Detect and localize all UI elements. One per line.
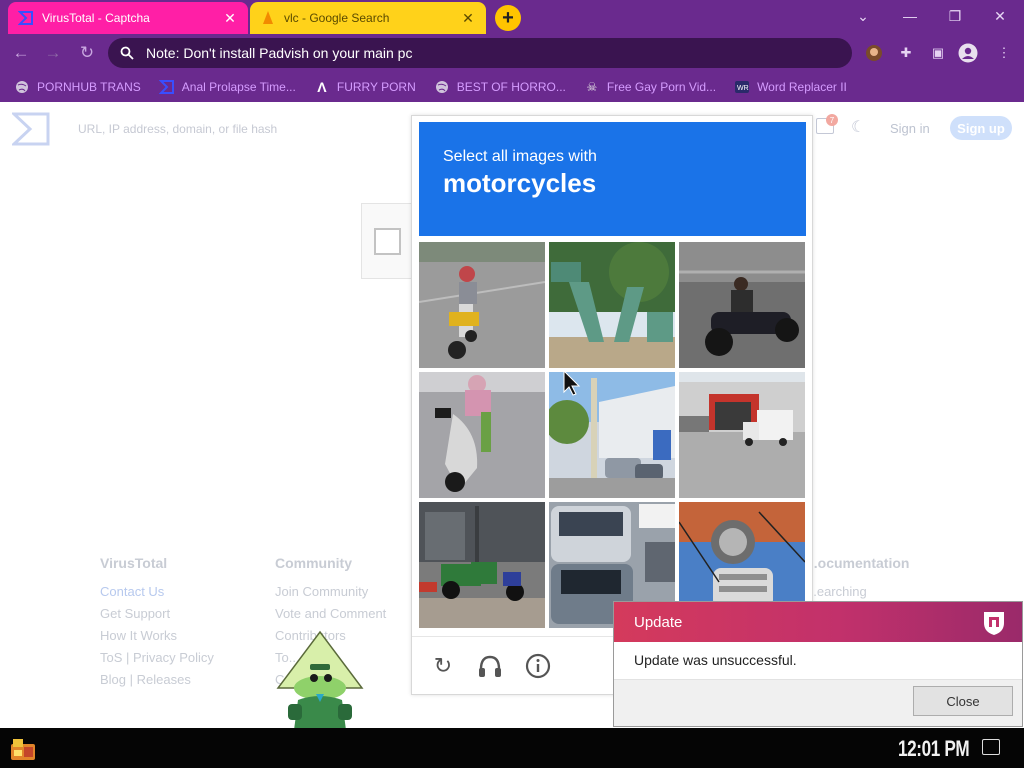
notification-badge: 7 xyxy=(826,114,838,126)
close-button[interactable]: Close xyxy=(913,686,1013,716)
tab-title: VirusTotal - Captcha xyxy=(42,11,150,25)
sign-up-button[interactable]: Sign up xyxy=(950,116,1012,140)
bookmark-item[interactable]: Anal Prolapse Time... xyxy=(158,79,296,95)
restore-icon[interactable]: ❐ xyxy=(940,4,970,28)
address-bar[interactable]: Note: Don't install Padvish on your main… xyxy=(108,38,852,68)
captcha-tile-scooter-sidewalk[interactable] xyxy=(419,502,545,628)
bookmark-item[interactable]: ☠ Free Gay Porn Vid... xyxy=(584,79,717,95)
vlc-icon xyxy=(260,10,276,26)
forward-arrow-icon[interactable]: → xyxy=(40,41,66,65)
footer-link[interactable]: Contact Us xyxy=(100,581,214,603)
captcha-tile-truck-warehouse[interactable] xyxy=(679,372,805,498)
footer-link[interactable]: Join Community xyxy=(275,581,386,603)
browser-toolbar: ← → ↻ Note: Don't install Padvish on you… xyxy=(0,34,1024,72)
tab-title: vlc - Google Search xyxy=(284,11,390,25)
captcha-image-grid xyxy=(419,242,807,630)
dark-mode-moon-icon[interactable]: ☾ xyxy=(851,117,865,137)
captcha-checkbox[interactable] xyxy=(374,228,401,255)
globe-icon xyxy=(434,79,450,95)
virustotal-icon xyxy=(158,79,175,95)
dialog-title: Update xyxy=(634,613,683,631)
back-arrow-icon[interactable]: ← xyxy=(8,41,34,65)
window-close-icon[interactable]: ✕ xyxy=(985,4,1015,28)
extensions-puzzle-icon[interactable]: ✚ xyxy=(896,43,916,63)
captcha-prompt: Select all images with motorcycles xyxy=(419,122,806,236)
virustotal-logo-icon[interactable] xyxy=(12,112,50,146)
svg-text:WR: WR xyxy=(737,85,749,92)
footer-link[interactable]: How It Works xyxy=(100,625,214,647)
dialog-title-bar: Update xyxy=(614,602,1022,642)
reload-icon[interactable]: ↻ xyxy=(74,41,100,65)
captcha-tile-motorcycle-rider-street[interactable] xyxy=(679,242,805,368)
action-center-icon[interactable] xyxy=(982,739,1000,755)
footer-link[interactable]: ToS | Privacy Policy xyxy=(100,647,214,669)
avatar-extension-icon[interactable] xyxy=(864,43,884,63)
new-tab-button[interactable]: + xyxy=(495,5,521,31)
bookmark-item[interactable]: PORNHUB TRANS xyxy=(14,79,141,95)
kebab-menu-icon[interactable]: ⋮ xyxy=(994,43,1014,63)
globe-icon xyxy=(14,79,30,95)
update-dialog: Update Update was unsuccessful. Close xyxy=(613,601,1023,727)
captcha-checkbox-container xyxy=(361,203,413,279)
taskbar-clock[interactable]: 12:01 PM xyxy=(898,736,970,762)
close-icon[interactable]: ✕ xyxy=(222,10,238,26)
footer-link[interactable]: Blog | Releases xyxy=(100,669,214,691)
bookmark-item[interactable]: BEST OF HORRO... xyxy=(434,79,566,95)
footer-column-virustotal: VirusTotal Contact Us Get Support How It… xyxy=(100,555,214,691)
tab-virustotal-captcha[interactable]: VirusTotal - Captcha ✕ xyxy=(8,2,248,34)
tab-vlc-google-search[interactable]: vlc - Google Search ✕ xyxy=(250,2,486,34)
mouse-cursor-icon xyxy=(563,370,581,396)
search-input[interactable]: URL, IP address, domain, or file hash xyxy=(78,122,277,136)
bookmarks-bar: PORNHUB TRANS Anal Prolapse Time... Λ FU… xyxy=(0,72,1024,102)
bookmark-item[interactable]: Λ FURRY PORN xyxy=(314,79,416,95)
antivirus-shield-icon xyxy=(984,612,1004,635)
bookmark-item[interactable]: WR Word Replacer II xyxy=(734,79,847,95)
wr-icon: WR xyxy=(734,79,750,95)
captcha-instruction: Select all images with xyxy=(443,148,597,165)
side-panel-icon[interactable]: ▣ xyxy=(928,43,948,63)
info-icon[interactable] xyxy=(523,651,553,681)
sign-in-link[interactable]: Sign in xyxy=(890,121,930,136)
start-button-icon[interactable] xyxy=(10,736,36,762)
virustotal-icon xyxy=(18,10,34,26)
address-text: Note: Don't install Padvish on your main… xyxy=(146,45,413,61)
peridot-character-sticker xyxy=(276,630,364,730)
tab-search-icon[interactable]: ⌄ xyxy=(848,4,878,28)
close-icon[interactable]: ✕ xyxy=(460,10,476,26)
footer-link[interactable]: Vote and Comment xyxy=(275,603,386,625)
search-icon xyxy=(120,46,134,60)
captcha-target: motorcycles xyxy=(443,168,597,198)
footer-column-documentation: ...ocumentation ...earching xyxy=(806,555,909,603)
minimize-icon[interactable]: — xyxy=(895,4,925,28)
refresh-icon[interactable]: ↻ xyxy=(428,651,458,681)
captcha-tile-scooter-rider-road[interactable] xyxy=(419,372,545,498)
skull-icon: ☠ xyxy=(586,80,598,94)
profile-icon[interactable] xyxy=(958,43,978,63)
footer-link[interactable]: Get Support xyxy=(100,603,214,625)
dialog-message: Update was unsuccessful. xyxy=(614,642,1022,680)
lambda-icon: Λ xyxy=(317,79,327,95)
footer-link[interactable]: ...earching xyxy=(806,581,909,603)
taskbar: 12:01 PM xyxy=(0,728,1024,768)
tab-strip: VirusTotal - Captcha ✕ vlc - Google Sear… xyxy=(0,0,1024,34)
captcha-tile-green-sculpture-trees[interactable] xyxy=(549,242,675,368)
captcha-tile-motorcycle-rider-road[interactable] xyxy=(419,242,545,368)
headphones-icon[interactable] xyxy=(475,651,505,681)
